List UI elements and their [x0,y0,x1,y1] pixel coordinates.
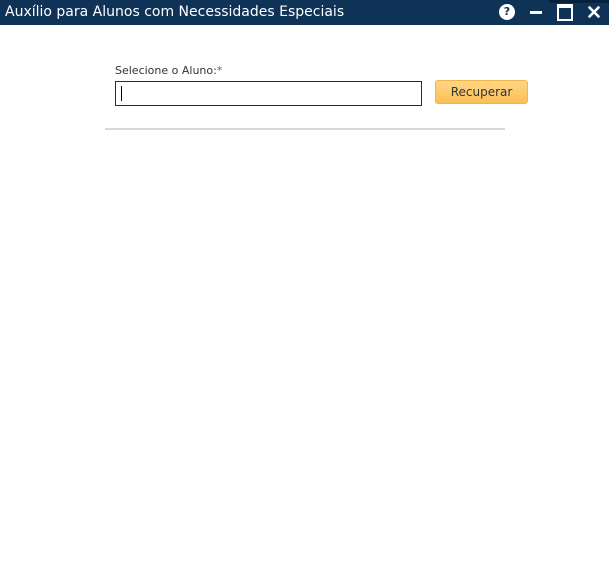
recover-button[interactable]: Recuperar [435,80,528,104]
required-marker: * [216,64,223,77]
help-button[interactable]: ? [498,3,516,21]
maximize-button[interactable] [556,3,574,21]
dialog-window: Auxílio para Alunos com Necessidades Esp… [0,0,609,587]
close-icon [588,6,600,18]
student-label-text: Selecione o Aluno: [115,64,217,77]
section-divider [105,128,505,130]
close-button[interactable] [585,3,603,21]
student-search-input[interactable] [115,81,422,106]
help-icon: ? [499,4,515,20]
minimize-icon [530,11,542,14]
student-field-label: Selecione o Aluno:* [115,64,222,77]
window-title: Auxílio para Alunos com Necessidades Esp… [5,4,345,20]
maximize-icon [557,3,573,21]
text-caret [121,86,122,101]
minimize-button[interactable] [527,3,545,21]
title-bar: Auxílio para Alunos com Necessidades Esp… [0,0,609,25]
